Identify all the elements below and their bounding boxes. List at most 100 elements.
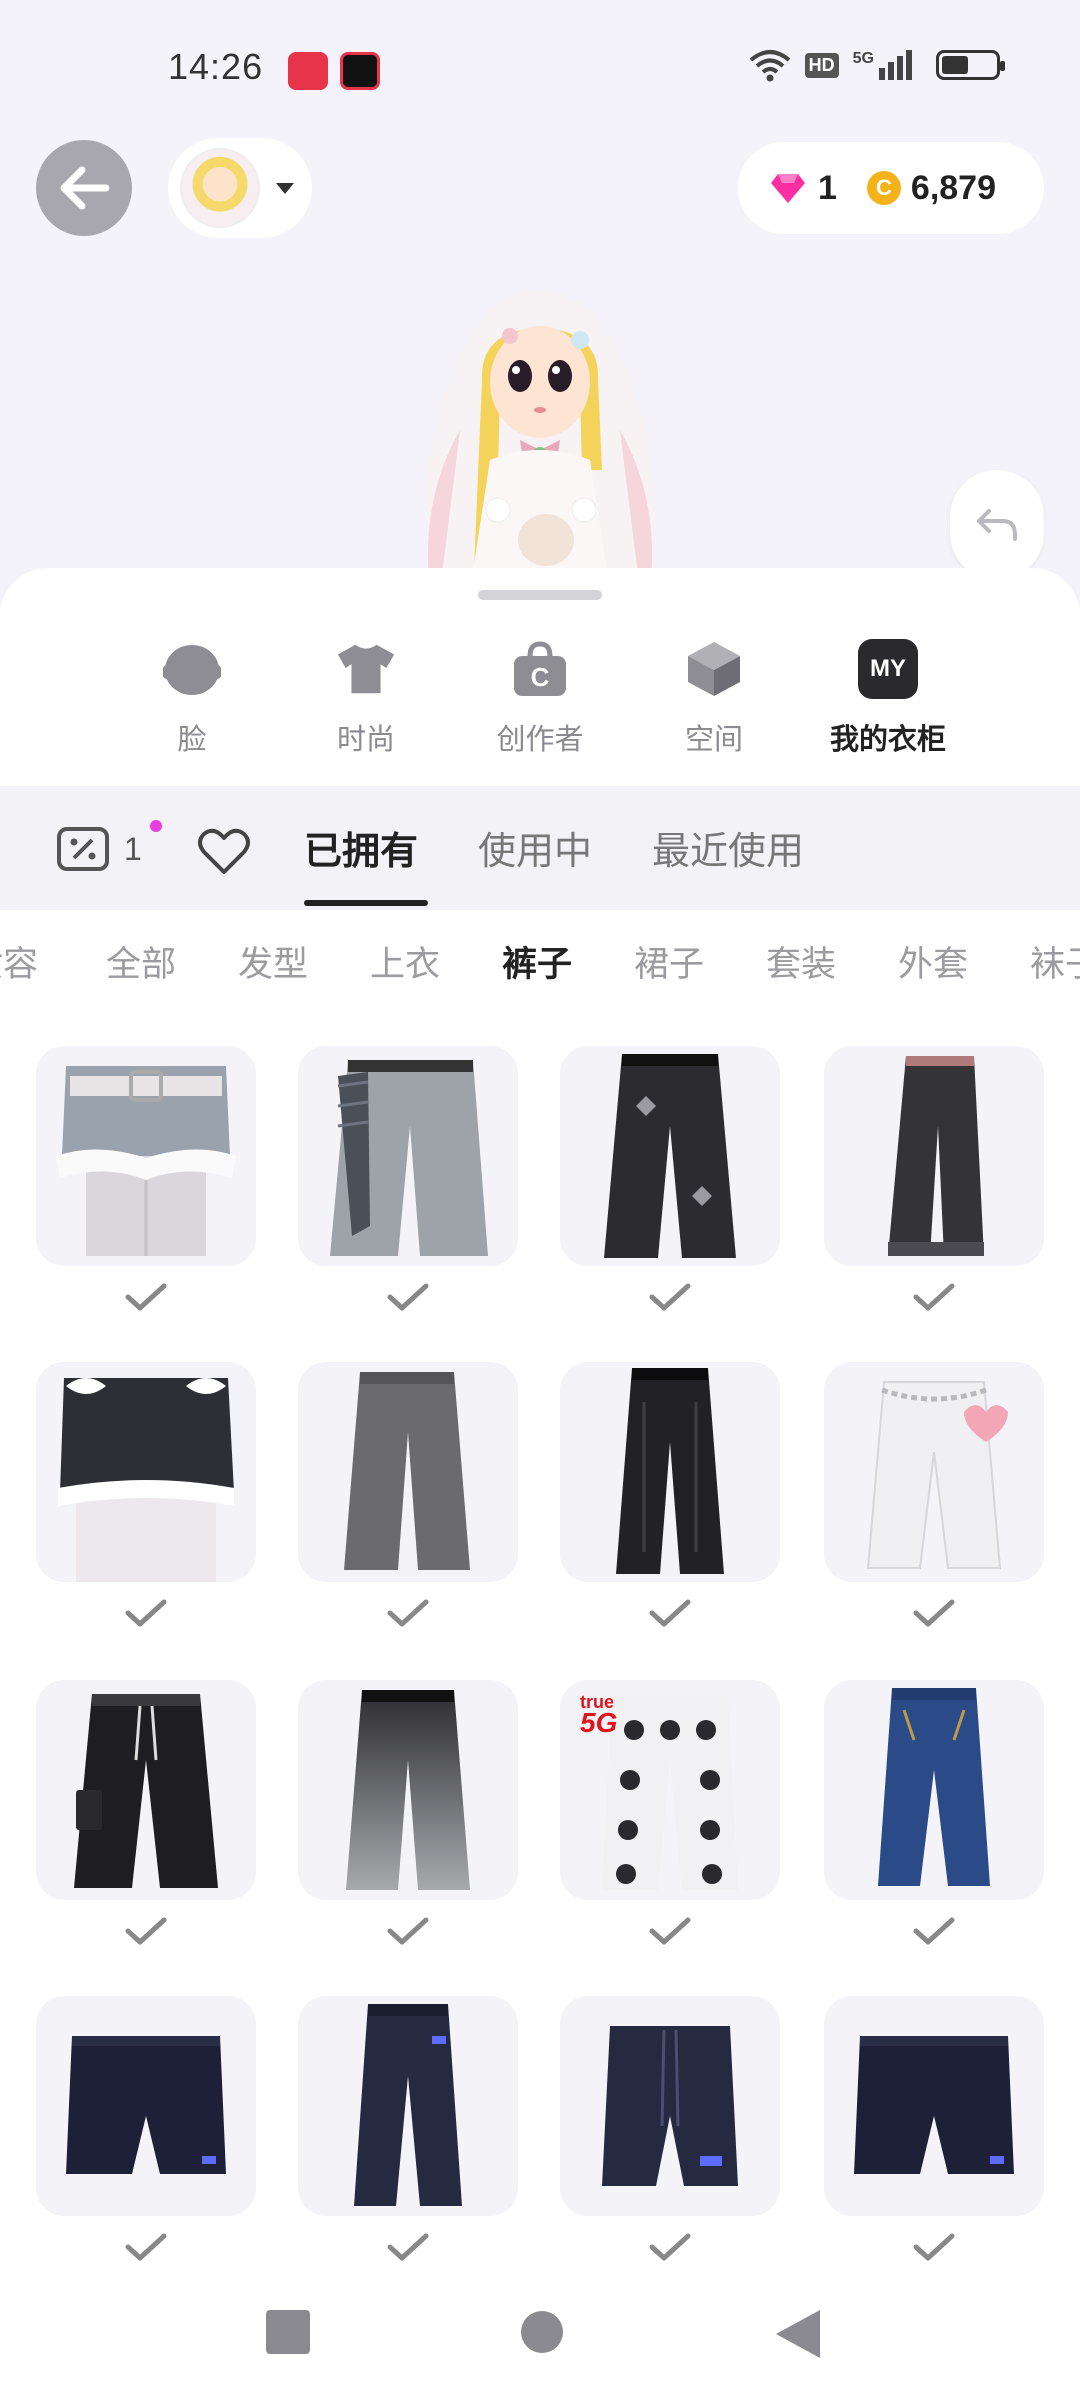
item-thumbnail <box>298 1996 518 2216</box>
subcategory-tabs: 妆容 全部 发型 上衣 裤子 裙子 套装 外套 袜子 <box>0 936 1080 1006</box>
coupon-count: 1 <box>124 830 142 867</box>
tab-owned[interactable]: 已拥有 <box>304 820 418 875</box>
owned-check-icon <box>125 1283 167 1311</box>
avatar-character[interactable] <box>370 270 710 590</box>
tab-space[interactable]: 空间 <box>644 640 784 758</box>
coin-count: 6,879 <box>910 168 997 207</box>
notification-dot <box>150 820 162 832</box>
owned-check-icon <box>125 1917 167 1945</box>
tab-creator[interactable]: C 创作者 <box>470 640 610 758</box>
avatar-switcher[interactable] <box>168 138 312 238</box>
item-thumbnail <box>824 1680 1044 1900</box>
item-card[interactable]: true 5G <box>560 1680 780 1946</box>
category-tabs: 脸 时尚 C 创作者 空间 MY 我的衣柜 <box>0 639 1080 858</box>
item-thumbnail <box>824 1362 1044 1582</box>
tab-face[interactable]: 脸 <box>122 640 262 758</box>
svg-text:C: C <box>531 662 550 692</box>
tshirt-icon <box>336 640 396 698</box>
undo-button[interactable] <box>950 470 1044 580</box>
item-card[interactable] <box>36 1680 256 1946</box>
shorts-image <box>602 2026 738 2186</box>
back-triangle-icon[interactable] <box>776 2310 820 2358</box>
diamond-icon <box>771 174 805 203</box>
subtab-socks[interactable]: 袜子 <box>1030 936 1080 987</box>
item-card[interactable] <box>824 1996 1044 2262</box>
subtab-outerwear[interactable]: 外套 <box>898 936 968 987</box>
battery-level <box>942 56 969 74</box>
sheet-drag-handle[interactable] <box>478 590 602 600</box>
cube-icon <box>684 640 744 698</box>
shorts-image <box>66 2036 226 2174</box>
carrier-5g-badge: true 5G <box>580 1693 617 1737</box>
tab-label: 我的衣柜 <box>829 722 946 756</box>
home-circle-icon[interactable] <box>520 2310 564 2354</box>
active-tab-underline <box>304 900 428 906</box>
face-icon <box>162 640 222 698</box>
ownership-filter-bar: 1 已拥有 使用中 最近使用 <box>0 786 1080 910</box>
subtab-skirts[interactable]: 裙子 <box>634 936 704 987</box>
item-card[interactable] <box>560 1362 780 1628</box>
item-card[interactable] <box>298 1680 518 1946</box>
recents-square-icon[interactable] <box>266 2310 310 2354</box>
item-card[interactable] <box>824 1680 1044 1946</box>
owned-check-icon <box>387 1917 429 1945</box>
item-card[interactable] <box>560 1046 780 1312</box>
subtab-makeup[interactable]: 妆容 <box>0 936 38 987</box>
signal-icon: 5G <box>853 50 912 80</box>
item-card[interactable] <box>560 1996 780 2262</box>
cargo-pants-image <box>74 1694 218 1888</box>
item-thumbnail <box>298 1680 518 1900</box>
item-thumbnail <box>36 1996 256 2216</box>
subtab-all[interactable]: 全部 <box>106 936 176 987</box>
item-thumbnail: true 5G <box>560 1680 780 1900</box>
subtab-hair[interactable]: 发型 <box>238 936 308 987</box>
subtab-tops[interactable]: 上衣 <box>370 936 440 987</box>
tab-my-wardrobe[interactable]: MY 我的衣柜 <box>818 639 958 758</box>
item-card[interactable] <box>36 1996 256 2262</box>
item-thumbnail <box>560 1046 780 1266</box>
item-card[interactable] <box>824 1046 1044 1312</box>
jeans-image <box>616 1368 724 1574</box>
jeans-image <box>604 1054 736 1258</box>
status-bar: 14:26 HD 5G <box>0 0 1080 140</box>
jeans-image <box>346 1690 470 1890</box>
item-card[interactable] <box>298 1362 518 1628</box>
coupon-button[interactable]: 1 <box>56 820 162 872</box>
tab-in-use[interactable]: 使用中 <box>478 820 592 875</box>
owned-check-icon <box>913 1917 955 1945</box>
screen-record-icon <box>288 52 328 90</box>
video-app-icon <box>340 52 380 90</box>
wardrobe-sheet: 脸 时尚 C 创作者 空间 MY 我的衣柜 1 已拥有 使用中 最近使用 容 全… <box>0 568 1080 2400</box>
favorites-heart-icon[interactable] <box>196 824 252 880</box>
coupon-icon <box>57 827 109 871</box>
owned-check-icon <box>387 2233 429 2261</box>
trousers-image <box>344 1372 470 1570</box>
tab-recently-used[interactable]: 最近使用 <box>652 820 804 875</box>
owned-check-icon <box>387 1283 429 1311</box>
tab-label: 空间 <box>684 722 743 756</box>
network-type: 5G <box>852 50 874 67</box>
item-thumbnail <box>36 1046 256 1266</box>
status-time: 14:26 <box>168 46 264 87</box>
tab-fashion[interactable]: 时尚 <box>296 640 436 758</box>
item-thumbnail <box>298 1046 518 1266</box>
owned-check-icon <box>913 2233 955 2261</box>
item-card[interactable] <box>36 1046 256 1312</box>
jeans-image <box>330 1060 488 1256</box>
jeans-image <box>878 1688 990 1886</box>
item-card[interactable] <box>298 1996 518 2262</box>
owned-check-icon <box>125 2233 167 2261</box>
owned-check-icon <box>125 1599 167 1627</box>
subtab-pants[interactable]: 裤子 <box>502 936 572 987</box>
item-card[interactable] <box>298 1046 518 1312</box>
trousers-image <box>354 2004 462 2206</box>
item-card[interactable] <box>36 1362 256 1628</box>
system-nav-bar <box>0 2270 1080 2400</box>
subtab-sets[interactable]: 套装 <box>766 936 836 987</box>
item-thumbnail <box>560 1996 780 2216</box>
item-card[interactable] <box>824 1362 1044 1628</box>
creator-bag-icon: C <box>510 640 570 698</box>
back-button[interactable] <box>36 140 132 236</box>
currency-pill[interactable]: 1 C 6,879 <box>738 142 1044 234</box>
shorts-image <box>58 1378 234 1582</box>
